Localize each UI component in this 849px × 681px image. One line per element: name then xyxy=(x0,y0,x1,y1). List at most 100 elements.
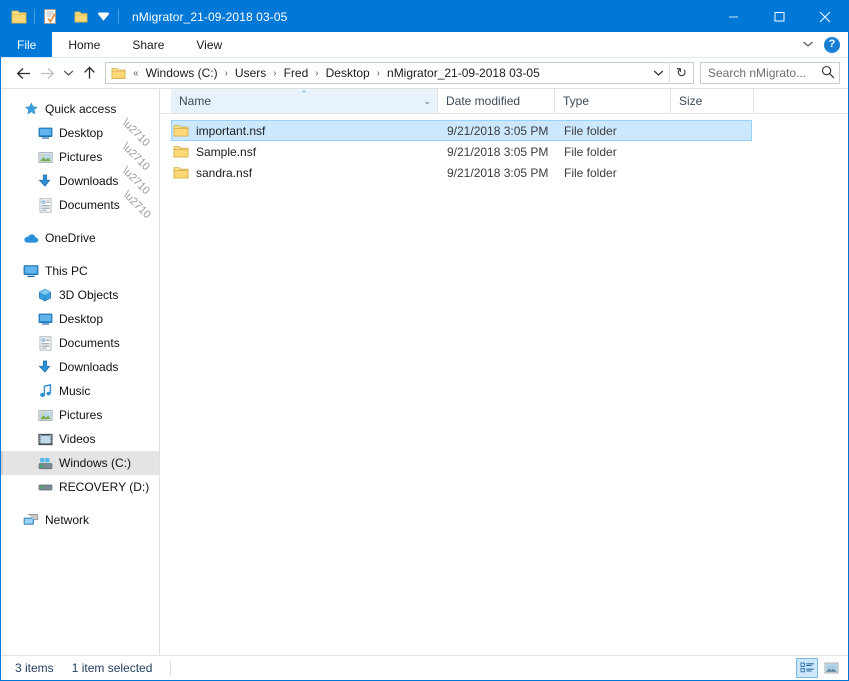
customize-qat-button[interactable] xyxy=(92,6,114,28)
tab-home[interactable]: Home xyxy=(52,32,116,57)
file-list[interactable]: important.nsf 9/21/2018 3:05 PM File fol… xyxy=(160,114,848,655)
chevron-down-icon[interactable] xyxy=(647,63,669,83)
recent-locations-button[interactable] xyxy=(59,61,77,85)
sidebar-item-label: Desktop xyxy=(59,126,104,140)
sidebar-item-network[interactable]: Network xyxy=(1,508,159,532)
downloads-icon xyxy=(37,359,53,375)
sidebar-item-desktop[interactable]: Desktop xyxy=(1,307,159,331)
breadcrumb[interactable]: « Windows (C:) › Users › Fred › Desktop … xyxy=(105,62,694,84)
sidebar-item-label: Desktop xyxy=(59,312,104,326)
breadcrumb-separator[interactable]: › xyxy=(373,68,384,79)
table-row[interactable]: Sample.nsf 9/21/2018 3:05 PM File folder xyxy=(171,141,752,162)
file-name-cell: sandra.nsf xyxy=(172,165,439,181)
column-header-label: Date modified xyxy=(446,94,521,108)
sidebar-item-pictures-quick[interactable]: Pictures \u2710 xyxy=(1,141,159,173)
search-placeholder: Search nMigrato... xyxy=(708,66,807,80)
pictures-icon xyxy=(37,407,53,423)
breadcrumb-item-fred[interactable]: Fred xyxy=(281,63,312,83)
sidebar-item-label: Quick access xyxy=(45,102,117,116)
window-controls xyxy=(710,1,848,32)
desktop-icon xyxy=(37,311,53,327)
sidebar-item-label: 3D Objects xyxy=(59,288,119,302)
help-icon[interactable]: ? xyxy=(824,36,840,53)
chevron-down-icon[interactable] xyxy=(802,39,814,51)
column-header-type[interactable]: Type xyxy=(555,89,671,113)
sidebar-item-onedrive[interactable]: OneDrive xyxy=(1,226,159,250)
breadcrumb-item-desktop[interactable]: Desktop xyxy=(323,63,373,83)
sidebar-item-label: Pictures xyxy=(59,150,103,164)
refresh-button[interactable]: ↻ xyxy=(669,62,693,84)
item-count-label: 3 items xyxy=(15,661,54,675)
sidebar-item-windows-c[interactable]: Windows (C:) xyxy=(1,451,159,475)
table-row[interactable]: sandra.nsf 9/21/2018 3:05 PM File folder xyxy=(171,162,752,183)
properties-button[interactable] xyxy=(39,6,61,28)
videos-icon xyxy=(37,431,53,447)
breadcrumb-item-windows-c[interactable]: Windows (C:) xyxy=(143,63,221,83)
large-icons-view-icon xyxy=(824,662,838,674)
column-header-name[interactable]: ⌃ Name ⌄ xyxy=(171,89,438,113)
back-button[interactable] xyxy=(11,61,35,85)
selection-count-label: 1 item selected xyxy=(71,661,153,675)
sidebar-item-downloads-quick[interactable]: Downloads \u2710 xyxy=(1,165,159,197)
sidebar-item-documents-quick[interactable]: Documents \u2710 xyxy=(1,189,159,221)
column-header-date-modified[interactable]: Date modified xyxy=(438,89,555,113)
breadcrumb-overflow[interactable]: « xyxy=(129,68,143,79)
pictures-icon xyxy=(37,149,53,165)
details-view-button[interactable] xyxy=(796,658,818,678)
maximize-button[interactable] xyxy=(756,1,802,32)
minimize-button[interactable] xyxy=(710,1,756,32)
system-menu-icon[interactable] xyxy=(8,6,30,28)
music-icon xyxy=(37,383,53,399)
tab-view[interactable]: View xyxy=(180,32,238,57)
tab-file[interactable]: File xyxy=(1,32,53,57)
folder-icon xyxy=(172,123,189,139)
breadcrumb-separator[interactable]: › xyxy=(311,68,322,79)
title-bar: nMigrator_21-09-2018 03-05 xyxy=(1,1,848,32)
star-icon xyxy=(23,101,39,117)
file-name-label: important.nsf xyxy=(196,123,266,138)
breadcrumb-separator[interactable]: › xyxy=(221,68,232,79)
file-type-cell: File folder xyxy=(564,144,617,159)
sidebar-item-documents[interactable]: Documents xyxy=(1,331,159,355)
up-button[interactable] xyxy=(77,61,101,85)
status-divider xyxy=(170,660,172,676)
breadcrumb-item-current-folder[interactable]: nMigrator_21-09-2018 03-05 xyxy=(384,63,543,83)
sidebar-item-3d-objects[interactable]: 3D Objects xyxy=(1,283,159,307)
search-input[interactable]: Search nMigrato... xyxy=(700,62,840,84)
address-bar: « Windows (C:) › Users › Fred › Desktop … xyxy=(1,58,848,88)
sidebar-item-videos[interactable]: Videos xyxy=(1,427,159,451)
window-body: Quick access Desktop \u2710 Pictures \u2… xyxy=(1,88,848,655)
sidebar-item-music[interactable]: Music xyxy=(1,379,159,403)
sidebar-item-label: Pictures xyxy=(59,408,103,422)
sidebar-item-downloads[interactable]: Downloads xyxy=(1,355,159,379)
pin-icon[interactable]: \u2710 xyxy=(120,189,152,221)
column-header-label: Type xyxy=(563,94,590,108)
network-icon xyxy=(23,512,39,528)
sidebar-item-pictures[interactable]: Pictures xyxy=(1,403,159,427)
column-header-label: Size xyxy=(679,94,703,108)
tab-share[interactable]: Share xyxy=(116,32,180,57)
documents-icon xyxy=(37,197,53,213)
chevron-down-icon[interactable]: ⌄ xyxy=(423,96,437,107)
breadcrumb-item-users[interactable]: Users xyxy=(232,63,269,83)
sidebar-item-label: Videos xyxy=(59,432,96,446)
sidebar-item-label: Windows (C:) xyxy=(59,456,132,470)
sidebar-item-label: Documents xyxy=(59,336,120,350)
search-icon[interactable] xyxy=(821,65,835,82)
new-folder-button[interactable] xyxy=(70,6,92,28)
sidebar-item-recovery-d[interactable]: RECOVERY (D:) xyxy=(1,475,159,499)
column-header-size[interactable]: Size xyxy=(671,89,754,113)
sidebar-item-label: Music xyxy=(59,384,91,398)
forward-button[interactable] xyxy=(35,61,59,85)
sidebar-item-label: Downloads xyxy=(59,174,119,188)
close-button[interactable] xyxy=(802,1,848,32)
file-name-cell: important.nsf xyxy=(172,123,439,139)
table-row[interactable]: important.nsf 9/21/2018 3:05 PM File fol… xyxy=(171,120,752,141)
large-icons-view-button[interactable] xyxy=(820,658,842,678)
sidebar-item-this-pc[interactable]: This PC xyxy=(1,259,159,283)
sidebar-item-desktop-quick[interactable]: Desktop \u2710 xyxy=(1,117,159,149)
sidebar-item-quick-access[interactable]: Quick access xyxy=(1,97,159,121)
harddrive-icon xyxy=(37,455,53,471)
breadcrumb-separator[interactable]: › xyxy=(269,68,280,79)
